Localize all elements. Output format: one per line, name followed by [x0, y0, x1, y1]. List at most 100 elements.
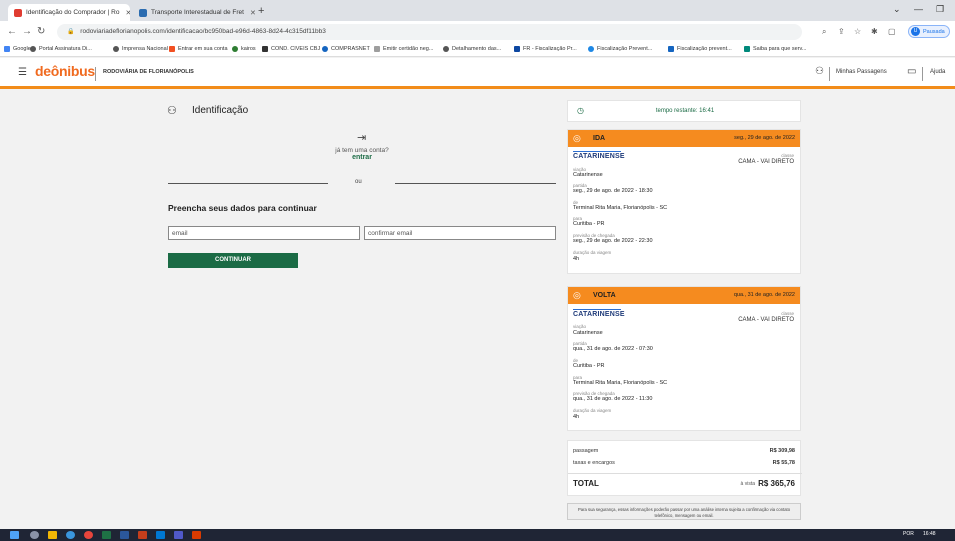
restore-icon[interactable]: ❐	[936, 4, 944, 15]
close-tab-icon[interactable]: ✕	[125, 9, 130, 17]
profile-status: Pausada	[923, 28, 945, 35]
header-divider	[922, 67, 923, 81]
profile-button[interactable]: U Pausada	[908, 25, 950, 38]
tab-transporte[interactable]: Transporte Interestadual de Fret ✕	[133, 4, 255, 21]
sidebar-icon[interactable]: ▢	[888, 27, 896, 37]
field-value: 4h	[573, 414, 580, 420]
bookmark-imprensa-nacional[interactable]: Imprensa Nacional	[113, 46, 168, 52]
site-logo[interactable]: deônibus	[35, 63, 95, 79]
bookmark-fiscalizacao-prevent-1[interactable]: Fiscalização Prevent...	[588, 46, 652, 52]
edge-icon[interactable]	[66, 531, 75, 539]
teams-icon[interactable]	[174, 531, 183, 539]
star-icon[interactable]: ☆	[854, 27, 861, 37]
kairos-icon	[232, 46, 238, 52]
field-value: qua., 31 de ago. de 2022 - 07:30	[573, 346, 653, 352]
minimize-icon[interactable]: —	[914, 4, 923, 14]
header-divider	[829, 67, 830, 81]
tab-title: Transporte Interestadual de Fret	[151, 9, 244, 16]
site-name: RODOVIÁRIA DE FLORIANÓPOLIS	[103, 69, 194, 75]
extensions-icon[interactable]: ✱	[871, 27, 878, 37]
document-icon	[374, 46, 380, 52]
field-value: Curitiba - PR	[573, 221, 605, 227]
field-value: Curitiba - PR	[573, 363, 605, 369]
search-icon[interactable]	[30, 531, 39, 539]
zoom-icon[interactable]: ⌕	[822, 27, 826, 37]
close-tab-icon[interactable]: ✕	[250, 9, 255, 17]
chat-icon[interactable]: ▭	[907, 66, 916, 77]
comprasnet-icon	[322, 46, 328, 52]
field-value: Catarinense	[573, 330, 603, 336]
header-divider	[95, 67, 96, 81]
page-title: Identificação	[192, 105, 249, 116]
url-text: rodoviariadeflorianopolis.com/identifica…	[80, 28, 326, 35]
chevron-down-icon[interactable]: ⌄	[893, 4, 901, 15]
windows-start-icon[interactable]	[10, 531, 19, 539]
fr-icon	[514, 46, 520, 52]
url-field[interactable]: 🔒 rodoviariadeflorianopolis.com/identifi…	[57, 24, 802, 40]
field-label: duração da viagem	[573, 408, 612, 413]
avatar: U	[911, 27, 920, 36]
leaf-icon	[744, 46, 750, 52]
outlook-icon[interactable]	[156, 531, 165, 539]
excel-icon[interactable]	[102, 531, 111, 539]
field-value: Terminal Rita Maria, Florianópolis - SC	[573, 380, 668, 386]
bookmark-kairos[interactable]: kairos	[232, 46, 256, 52]
forward-arrow-icon[interactable]: →	[22, 26, 32, 38]
login-link[interactable]: entrar	[331, 154, 393, 161]
help-link[interactable]: Ajuda	[930, 69, 945, 75]
field-label: duração da viagem	[573, 250, 612, 255]
continue-button[interactable]: CONTINUAR	[168, 253, 298, 268]
field-label: viação	[573, 324, 587, 329]
tab-identificacao[interactable]: Identificação do Comprador | Ro ✕	[8, 4, 130, 21]
bookmark-comprasnet[interactable]: COMPRASNET	[322, 46, 370, 52]
field-value: seg., 29 de ago. de 2022 - 22:30	[573, 238, 653, 244]
field-value: 4h	[573, 256, 580, 262]
login-icon[interactable]: ⇥	[357, 131, 366, 144]
reload-icon[interactable]: ↻	[37, 26, 45, 38]
globe-icon	[30, 46, 36, 52]
clock-time[interactable]: 16:48	[923, 531, 936, 537]
summary-divider	[568, 473, 802, 474]
email-input[interactable]	[168, 226, 360, 240]
divider-left	[168, 183, 328, 184]
trip-date: seg., 29 de ago. de 2022	[734, 135, 795, 141]
company-logo: CATARINENSE	[573, 309, 625, 318]
field-value: Terminal Rita Maria, Florianópolis - SC	[573, 205, 668, 211]
plus-icon[interactable]: +	[258, 4, 264, 18]
my-tickets-link[interactable]: Minhas Passagens	[836, 69, 887, 75]
field-value: seg., 29 de ago. de 2022 - 18:30	[573, 188, 653, 194]
word-icon[interactable]	[120, 531, 129, 539]
user-icon[interactable]: ⚇	[815, 66, 824, 77]
site-favicon-icon	[139, 8, 147, 17]
bookmark-emitir-certidao[interactable]: Emitir certidão neg...	[374, 46, 433, 52]
bookmark-fiscalizacao-prevent-2[interactable]: Fiscalização prevent...	[668, 46, 732, 52]
bookmark-entrar-conta[interactable]: Entrar em sua conta	[169, 46, 228, 52]
powerpoint-icon[interactable]	[138, 531, 147, 539]
bookmark-google[interactable]: Google	[4, 46, 31, 52]
bookmark-detalhamento[interactable]: Detalhamento das...	[443, 46, 501, 52]
fees-value: R$ 55,78	[772, 460, 795, 466]
chrome-icon[interactable]	[84, 531, 93, 539]
bookmark-portal-assinatura[interactable]: Portal Assinatura Di...	[30, 46, 92, 52]
confirm-email-input[interactable]	[364, 226, 556, 240]
price-summary: passagem R$ 309,98 taxas e encargos R$ 5…	[567, 440, 802, 496]
trip-header: ◎ IDA seg., 29 de ago. de 2022	[568, 130, 800, 147]
bookmark-saiba-para-que[interactable]: Saiba para que serv...	[744, 46, 806, 52]
document-icon	[262, 46, 268, 52]
share-icon[interactable]: ⇪	[838, 27, 845, 37]
menu-icon[interactable]: ☰	[18, 67, 27, 78]
clock-icon	[588, 46, 594, 52]
back-arrow-icon[interactable]: ←	[7, 26, 17, 38]
globe-icon	[443, 46, 449, 52]
app-icon[interactable]	[192, 531, 201, 539]
bookmark-cond-civeis[interactable]: COND. CIVEIS CBJ	[262, 46, 320, 52]
language-indicator[interactable]: POR	[903, 531, 914, 537]
field-value: Catarinense	[573, 172, 603, 178]
file-explorer-icon[interactable]	[48, 531, 57, 539]
class-label: classe	[781, 153, 794, 158]
cash-label: à vista	[740, 481, 755, 487]
bookmarks-bar: Google Portal Assinatura Di... Imprensa …	[0, 43, 955, 57]
bookmark-fr-fiscalizacao[interactable]: FR - Fiscalização Pr...	[514, 46, 577, 52]
trip-direction: IDA	[593, 135, 606, 142]
user-check-icon: ⚇	[167, 105, 177, 117]
